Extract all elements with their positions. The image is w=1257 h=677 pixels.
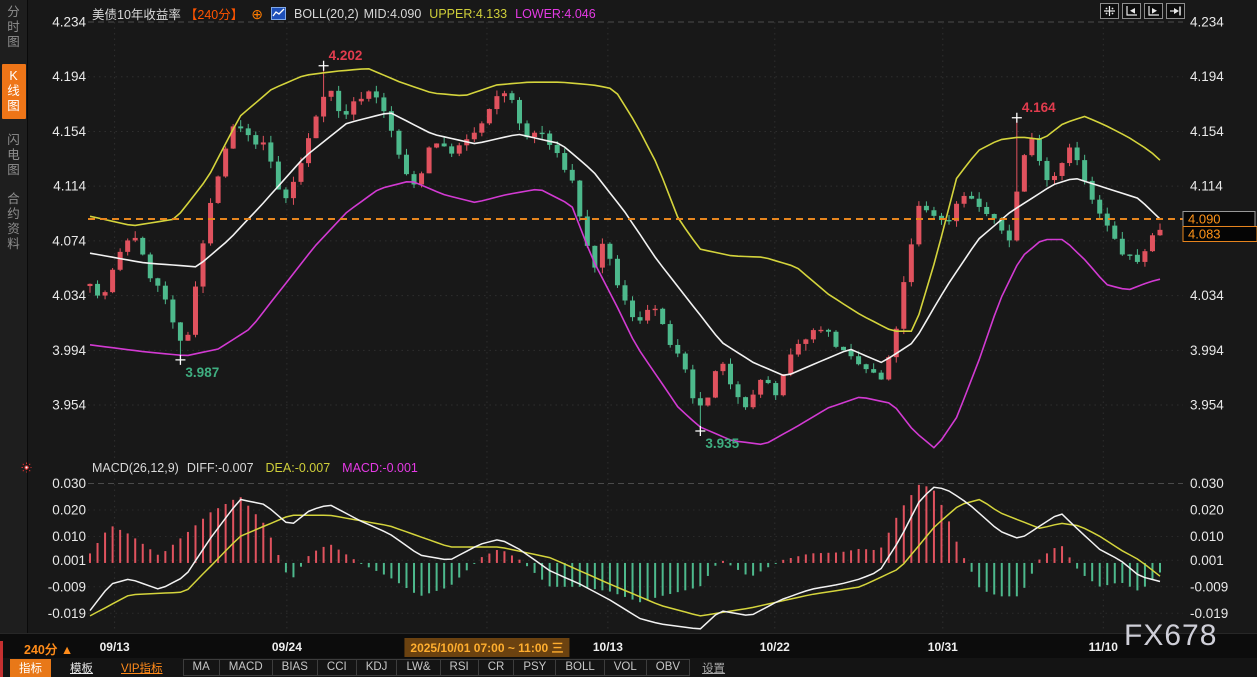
macd-diff-value: DIFF:-0.007 [187, 461, 254, 475]
tab-indicators[interactable]: 指标 [10, 659, 51, 677]
symbol-title: 美债10年收益率 [92, 4, 181, 23]
x-axis-date: 10/22 [760, 640, 790, 654]
indicator-button-lw[interactable]: LW& [396, 659, 440, 676]
boll-lower-value: LOWER:4.046 [515, 7, 596, 21]
svg-text:4.114: 4.114 [53, 179, 86, 194]
macd-histogram [89, 485, 1161, 602]
candles [88, 66, 1163, 431]
period-badge[interactable]: 240分 ▲ [24, 639, 73, 658]
sidebar-item-time-chart[interactable]: 分时图 [7, 5, 21, 50]
boll-mid-line [90, 113, 1160, 375]
starburst-icon [21, 460, 32, 478]
chart-header: 美债10年收益率 【240分】 ⊕ BOLL(20,2) MID:4.090 U… [92, 4, 596, 23]
indicator-button-rsi[interactable]: RSI [440, 659, 479, 676]
tab-templates[interactable]: 模板 [61, 659, 102, 677]
settings-button[interactable]: 设置 [702, 660, 725, 676]
indicator-button-vol[interactable]: VOL [604, 659, 647, 676]
boll-upper-value: UPPER:4.133 [429, 7, 507, 21]
macd-macd-value: MACD:-0.001 [342, 461, 418, 475]
x-axis-date: 10/31 [928, 640, 958, 654]
svg-text:-0.009: -0.009 [48, 579, 86, 594]
x-axis-date: 09/13 [100, 640, 130, 654]
indicator-button-bias[interactable]: BIAS [272, 659, 318, 676]
svg-text:4.194: 4.194 [1190, 69, 1224, 84]
svg-text:4.034: 4.034 [1190, 288, 1224, 303]
svg-text:3.935: 3.935 [705, 436, 739, 451]
boll-label: BOLL(20,2) [294, 7, 359, 21]
circle-plus-icon[interactable]: ⊕ [251, 8, 263, 20]
app-window: { "header": { "symbol": "美债10年收益率", "per… [0, 0, 1257, 677]
svg-text:4.090: 4.090 [1188, 211, 1221, 226]
svg-text:4.234: 4.234 [52, 15, 86, 30]
x-axis-date: 11/10 [1089, 640, 1118, 654]
mini-chart-icon[interactable] [271, 7, 286, 20]
indicator-button-psy[interactable]: PSY [513, 659, 556, 676]
bottom-toolbar: 指标 模板 VIP指标 MAMACDBIASCCIKDJLW&RSICRPSYB… [0, 658, 1257, 677]
svg-text:3.994: 3.994 [52, 343, 86, 358]
svg-text:4.114: 4.114 [1190, 179, 1223, 194]
x-axis-row: 240分 ▲ 09/13 09/24 10/13 10/22 10/31 11/10 202… [0, 633, 1257, 659]
chart-nav-icons [1100, 3, 1185, 19]
indicator-button-cci[interactable]: CCI [317, 659, 357, 676]
crosshair-move-icon[interactable] [1100, 3, 1119, 19]
svg-text:0.020: 0.020 [1190, 502, 1224, 517]
pan-right-icon[interactable] [1144, 3, 1163, 19]
chart-svg[interactable]: 4.0904.083 4.202 3.987 4.164 3.935 4.234 4.234… [28, 0, 1257, 635]
svg-text:3.954: 3.954 [1190, 398, 1224, 413]
svg-text:4.083: 4.083 [1188, 226, 1221, 241]
indicator-button-macd[interactable]: MACD [219, 659, 273, 676]
price-annotations: 4.202 3.987 4.164 3.935 [175, 48, 1056, 451]
fx678-watermark: FX678 [1124, 619, 1217, 653]
svg-text:4.154: 4.154 [52, 124, 86, 139]
svg-text:4.194: 4.194 [52, 69, 86, 84]
indicator-button-kdj[interactable]: KDJ [356, 659, 398, 676]
macd-formula: MACD(26,12,9) [92, 461, 179, 475]
sidebar-item-kline-chart[interactable]: K线图 [2, 64, 26, 119]
indicator-button-ma[interactable]: MA [183, 659, 220, 676]
svg-text:0.030: 0.030 [52, 476, 86, 491]
indicator-button-boll[interactable]: BOLL [555, 659, 604, 676]
svg-text:3.994: 3.994 [1190, 343, 1224, 358]
sidebar-item-flash-chart[interactable]: 闪电图 [7, 133, 21, 178]
go-to-end-icon[interactable] [1166, 3, 1185, 19]
svg-text:4.074: 4.074 [52, 233, 86, 248]
left-accent-bar [0, 641, 3, 677]
sidebar: 分时图 K线图 闪电图 合约资料 [0, 0, 28, 633]
macd-header: MACD(26,12,9) DIFF:-0.007 DEA:-0.007 MAC… [92, 461, 418, 475]
svg-text:0.030: 0.030 [1190, 476, 1224, 491]
x-axis-date: 10/13 [593, 640, 623, 654]
period-up-arrow-icon: ▲ [61, 643, 73, 657]
x-axis-highlighted-range: 2025/10/01 07:00 ~ 11:00 三 [404, 638, 569, 657]
macd-dea-value: DEA:-0.007 [266, 461, 331, 475]
svg-text:4.164: 4.164 [1022, 100, 1056, 115]
svg-text:4.234: 4.234 [1190, 15, 1224, 30]
svg-text:4.202: 4.202 [329, 48, 363, 63]
indicator-button-cr[interactable]: CR [478, 659, 515, 676]
boll-mid-value: MID:4.090 [364, 7, 422, 21]
pan-left-icon[interactable] [1122, 3, 1141, 19]
svg-text:0.001: 0.001 [52, 553, 86, 568]
period-tag[interactable]: 【240分】 [185, 4, 243, 23]
macd-diff-line [90, 487, 1160, 629]
sidebar-item-contract-info[interactable]: 合约资料 [7, 192, 21, 252]
svg-text:0.001: 0.001 [1190, 553, 1224, 568]
svg-text:3.987: 3.987 [185, 365, 219, 380]
price-label-boxes: 4.0904.083 [1183, 211, 1257, 241]
svg-text:-0.009: -0.009 [1190, 579, 1228, 594]
svg-text:3.954: 3.954 [52, 398, 86, 413]
svg-text:4.034: 4.034 [52, 288, 86, 303]
svg-text:0.020: 0.020 [52, 502, 86, 517]
svg-text:-0.019: -0.019 [48, 606, 86, 621]
svg-text:0.010: 0.010 [52, 529, 86, 544]
svg-text:0.010: 0.010 [1190, 529, 1224, 544]
svg-text:4.154: 4.154 [1190, 124, 1224, 139]
indicator-buttons: MAMACDBIASCCIKDJLW&RSICRPSYBOLLVOLOBV [184, 659, 691, 676]
tab-vip-indicators[interactable]: VIP指标 [112, 659, 172, 677]
macd-dea-line [90, 500, 1160, 616]
x-axis-date: 09/24 [272, 640, 302, 654]
indicator-button-obv[interactable]: OBV [646, 659, 690, 676]
